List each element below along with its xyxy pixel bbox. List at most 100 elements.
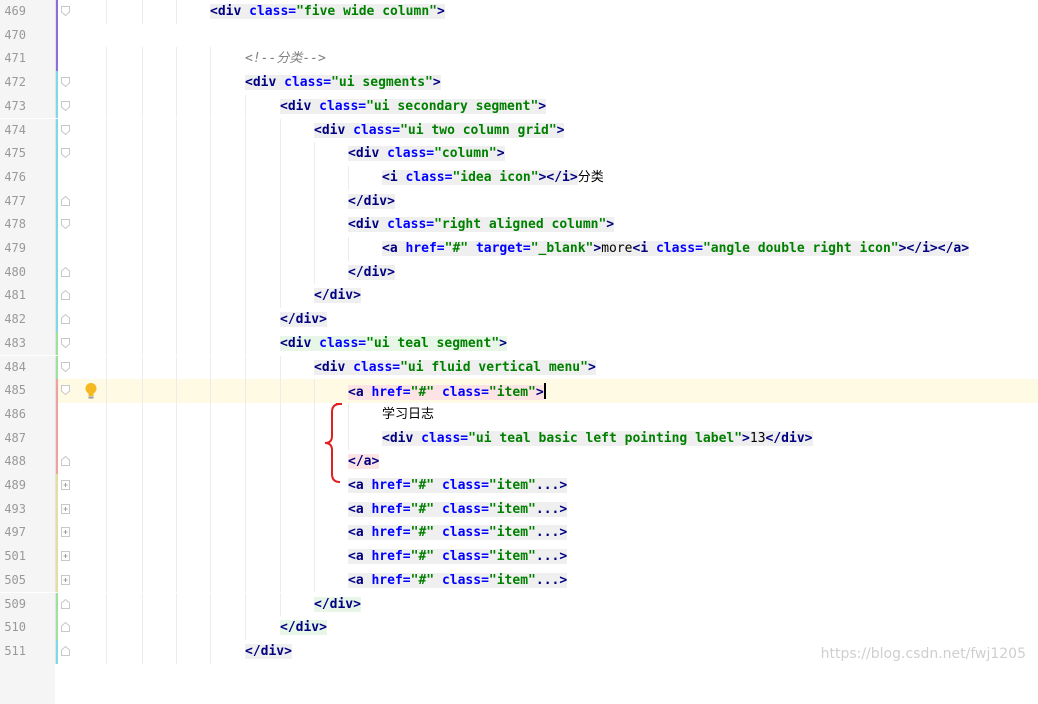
fold-marker-icon[interactable]: [61, 337, 70, 348]
code-text[interactable]: <div class="ui teal segment">: [280, 335, 507, 351]
code-line[interactable]: 475 <div class="column">: [0, 142, 1038, 166]
code-line[interactable]: 488 </a>: [0, 450, 1038, 474]
code-text[interactable]: <!--分类-->: [245, 51, 326, 66]
indent-guide: [176, 450, 177, 474]
code-text[interactable]: </div>: [348, 193, 395, 209]
fold-marker-icon[interactable]: [61, 314, 70, 325]
code-line[interactable]: 476 <i class="idea icon"></i>分类: [0, 165, 1038, 190]
fold-marker-icon[interactable]: [61, 622, 70, 633]
code-line[interactable]: 473 <div class="ui secondary segment">: [0, 94, 1038, 119]
line-number: 488: [4, 454, 26, 469]
fold-marker-icon[interactable]: [61, 645, 70, 656]
fold-marker-icon[interactable]: [61, 77, 70, 88]
code-line[interactable]: 478 <div class="right aligned column">: [0, 213, 1038, 237]
code-line[interactable]: 481 </div>: [0, 284, 1038, 309]
code-line[interactable]: 480 </div>: [0, 260, 1038, 285]
lightbulb-icon[interactable]: [84, 382, 98, 400]
code-text[interactable]: <div class="five wide column">: [210, 4, 445, 19]
fold-marker-icon[interactable]: [61, 361, 70, 372]
code-token: "ui teal basic left pointing label": [468, 430, 743, 446]
fold-marker-icon[interactable]: [61, 195, 70, 206]
fold-expand-icon[interactable]: [61, 503, 70, 514]
indent-guide: [176, 308, 177, 332]
code-text[interactable]: <div class="column">: [348, 146, 505, 162]
code-line[interactable]: 510 </div>: [0, 616, 1038, 640]
code-text[interactable]: <a href="#" class="item">: [348, 383, 546, 401]
code-line[interactable]: 493 <a href="#" class="item"...>: [0, 497, 1038, 522]
code-text[interactable]: <a href="#" class="item"...>: [348, 525, 568, 541]
code-token: "item": [488, 478, 536, 493]
code-text[interactable]: </div>: [314, 288, 361, 304]
fold-marker-icon[interactable]: [61, 100, 70, 111]
code-text[interactable]: <div class="ui teal basic left pointing …: [382, 430, 813, 446]
fold-expand-icon[interactable]: [61, 527, 70, 538]
code-text[interactable]: <div class="ui segments">: [245, 75, 441, 91]
code-line[interactable]: 472 <div class="ui segments">: [0, 71, 1038, 95]
code-line[interactable]: 483 <div class="ui teal segment">: [0, 331, 1038, 356]
code-text[interactable]: <a href="#" target="_blank">more<i class…: [382, 241, 970, 256]
code-line[interactable]: 469 <div class="five wide column">: [0, 0, 1038, 24]
code-line[interactable]: 501 <a href="#" class="item"...>: [0, 545, 1038, 569]
code-token: </div>: [245, 643, 292, 659]
code-text[interactable]: </a>: [348, 454, 380, 470]
indent-guide: [142, 0, 143, 24]
fold-marker-icon[interactable]: [61, 290, 70, 301]
code-line[interactable]: 479 <a href="#" target="_blank">more<i cl…: [0, 237, 1038, 261]
code-line[interactable]: 486 学习日志: [0, 402, 1038, 427]
indent-guide: [314, 379, 315, 403]
code-line[interactable]: 509 </div>: [0, 592, 1038, 617]
code-line[interactable]: 470: [0, 23, 1038, 48]
fold-marker-icon[interactable]: [61, 266, 70, 277]
code-line[interactable]: 505 <a href="#" class="item"...>: [0, 568, 1038, 593]
code-line[interactable]: 487 <div class="ui teal basic left pointi…: [0, 426, 1038, 451]
code-text[interactable]: <div class="ui two column grid">: [314, 122, 565, 138]
indent-guide: [106, 284, 107, 309]
code-token: <a: [348, 549, 372, 565]
fold-marker-icon[interactable]: [61, 6, 70, 16]
indent-guide: [106, 71, 107, 95]
fold-expand-icon[interactable]: [61, 574, 70, 585]
code-editor[interactable]: 469 <div class="five wide column"> 470 471 <…: [0, 0, 1038, 704]
code-text[interactable]: </div>: [314, 596, 361, 612]
code-line[interactable]: 489 <a href="#" class="item"...>: [0, 474, 1038, 498]
code-text[interactable]: <div class="right aligned column">: [348, 217, 615, 233]
code-text[interactable]: </div>: [348, 264, 395, 280]
code-text[interactable]: </div>: [245, 643, 292, 659]
line-number: 483: [4, 335, 26, 350]
code-text[interactable]: </div>: [280, 312, 327, 328]
indent-guide: [280, 379, 281, 403]
code-line[interactable]: 471 <!--分类-->: [0, 47, 1038, 72]
code-text[interactable]: <a href="#" class="item"...>: [348, 501, 568, 517]
indent-guide: [210, 308, 211, 332]
indent-guide: [176, 355, 177, 380]
code-text[interactable]: <a href="#" class="item"...>: [348, 549, 568, 565]
code-text[interactable]: <div class="ui fluid vertical menu">: [314, 359, 596, 375]
fold-marker-icon[interactable]: [61, 124, 70, 135]
code-text[interactable]: <i class="idea icon"></i>分类: [382, 169, 604, 185]
code-text[interactable]: <a href="#" class="item"...>: [348, 572, 568, 588]
fold-marker-icon[interactable]: [61, 219, 70, 230]
code-line[interactable]: 485 <a href="#" class="item">: [0, 379, 1038, 403]
fold-marker-icon[interactable]: [61, 148, 70, 159]
fold-expand-icon[interactable]: [61, 551, 70, 562]
fold-expand-icon[interactable]: [61, 480, 70, 490]
code-token: <div: [280, 335, 320, 351]
code-text[interactable]: </div>: [280, 620, 327, 636]
code-token: <div: [348, 146, 388, 162]
code-line[interactable]: 482 </div>: [0, 308, 1038, 332]
code-token: "ui teal segment": [366, 335, 500, 351]
code-token: "item": [488, 385, 536, 401]
indent-guide: [314, 545, 315, 569]
code-line[interactable]: 477 </div>: [0, 189, 1038, 214]
code-line[interactable]: 474 <div class="ui two column grid">: [0, 118, 1038, 143]
indent-guide: [314, 237, 315, 261]
code-text[interactable]: <a href="#" class="item"...>: [348, 478, 568, 493]
fold-marker-icon[interactable]: [61, 456, 70, 467]
code-line[interactable]: 484 <div class="ui fluid vertical menu">: [0, 355, 1038, 380]
code-text[interactable]: <div class="ui secondary segment">: [280, 98, 547, 114]
indent-guide: [176, 568, 177, 593]
fold-marker-icon[interactable]: [61, 385, 70, 396]
code-text[interactable]: 学习日志: [382, 407, 434, 422]
fold-marker-icon[interactable]: [61, 598, 70, 609]
code-line[interactable]: 497 <a href="#" class="item"...>: [0, 521, 1038, 546]
